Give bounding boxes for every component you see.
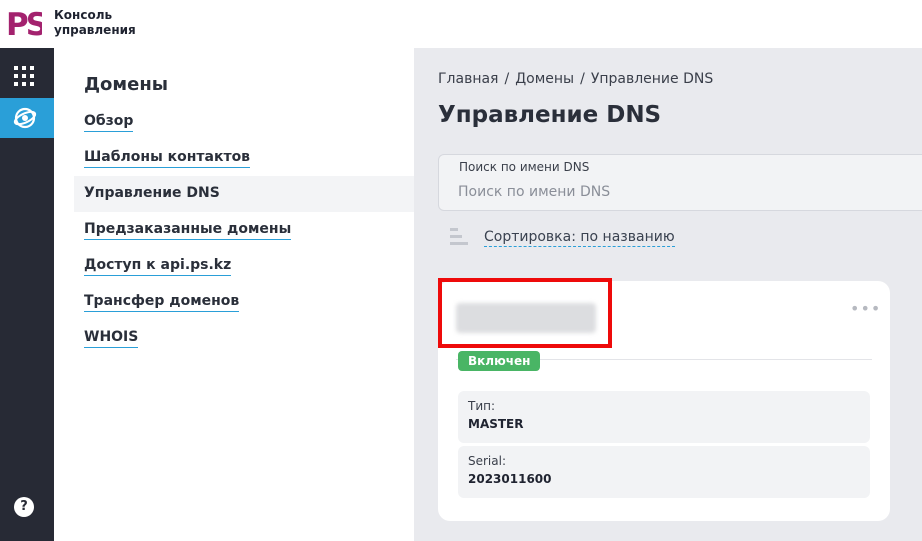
subnav-item-contact-templates[interactable]: Шаблоны контактов <box>74 140 414 176</box>
subnav-item-label[interactable]: Трансфер доменов <box>84 293 240 312</box>
sort-label[interactable]: Сортировка: по названию <box>484 229 675 247</box>
domains-subnav: Домены Обзор Шаблоны контактов Управлени… <box>54 48 414 541</box>
type-label: Тип: <box>468 399 496 413</box>
breadcrumb-separator: / <box>504 71 510 87</box>
subnav-item-label[interactable]: Шаблоны контактов <box>84 149 251 168</box>
breadcrumb-domains[interactable]: Домены <box>515 71 574 87</box>
subnav-item-api-access[interactable]: Доступ к api.ps.kz <box>74 248 414 284</box>
icon-rail: ? <box>0 48 58 541</box>
more-options-icon[interactable]: ••• <box>850 299 881 318</box>
search-field[interactable]: Поиск по имени DNS <box>438 154 922 211</box>
serial-label: Serial: <box>468 454 506 468</box>
type-field: Тип: MASTER <box>458 391 870 443</box>
search-label: Поиск по имени DNS <box>459 160 590 174</box>
page-title: Управление DNS <box>438 102 662 128</box>
console-title-line2: управления <box>54 23 136 37</box>
subnav-item-overview[interactable]: Обзор <box>74 104 414 140</box>
help-icon[interactable]: ? <box>14 497 34 517</box>
ps-logo-icon[interactable]: PS <box>6 6 42 40</box>
console-title: Консоль управления <box>54 8 136 38</box>
subnav-item-label[interactable]: WHOIS <box>84 329 139 348</box>
breadcrumb-home[interactable]: Главная <box>438 71 498 87</box>
grid-icon[interactable] <box>14 66 34 86</box>
rail-item-domains[interactable] <box>0 98 58 138</box>
subnav-item-label[interactable]: Управление DNS <box>84 185 220 203</box>
svg-text:PS: PS <box>6 7 42 40</box>
status-badge: Включен <box>458 351 541 371</box>
search-input[interactable] <box>458 181 918 203</box>
sort-icon[interactable] <box>450 226 470 248</box>
serial-value: 2023011600 <box>468 472 552 486</box>
subnav-item-dns-management[interactable]: Управление DNS <box>74 176 414 212</box>
serial-field: Serial: 2023011600 <box>458 446 870 498</box>
console-title-line1: Консоль <box>54 8 113 22</box>
subnav-item-label[interactable]: Доступ к api.ps.kz <box>84 257 232 276</box>
breadcrumb: Главная / Домены / Управление DNS <box>438 71 713 87</box>
subnav-item-preordered-domains[interactable]: Предзаказанные домены <box>74 212 414 248</box>
subnav-item-domain-transfer[interactable]: Трансфер доменов <box>74 284 414 320</box>
globe-icon <box>13 107 37 129</box>
top-header: PS Консоль управления <box>0 0 922 48</box>
breadcrumb-current: Управление DNS <box>590 71 714 87</box>
subnav-title: Домены <box>84 74 169 95</box>
subnav-item-label[interactable]: Обзор <box>84 113 134 132</box>
annotation-highlight-box <box>438 278 612 348</box>
type-value: MASTER <box>468 417 524 431</box>
breadcrumb-separator: / <box>580 71 585 87</box>
subnav-item-label[interactable]: Предзаказанные домены <box>84 221 292 240</box>
subnav-item-whois[interactable]: WHOIS <box>74 320 414 356</box>
